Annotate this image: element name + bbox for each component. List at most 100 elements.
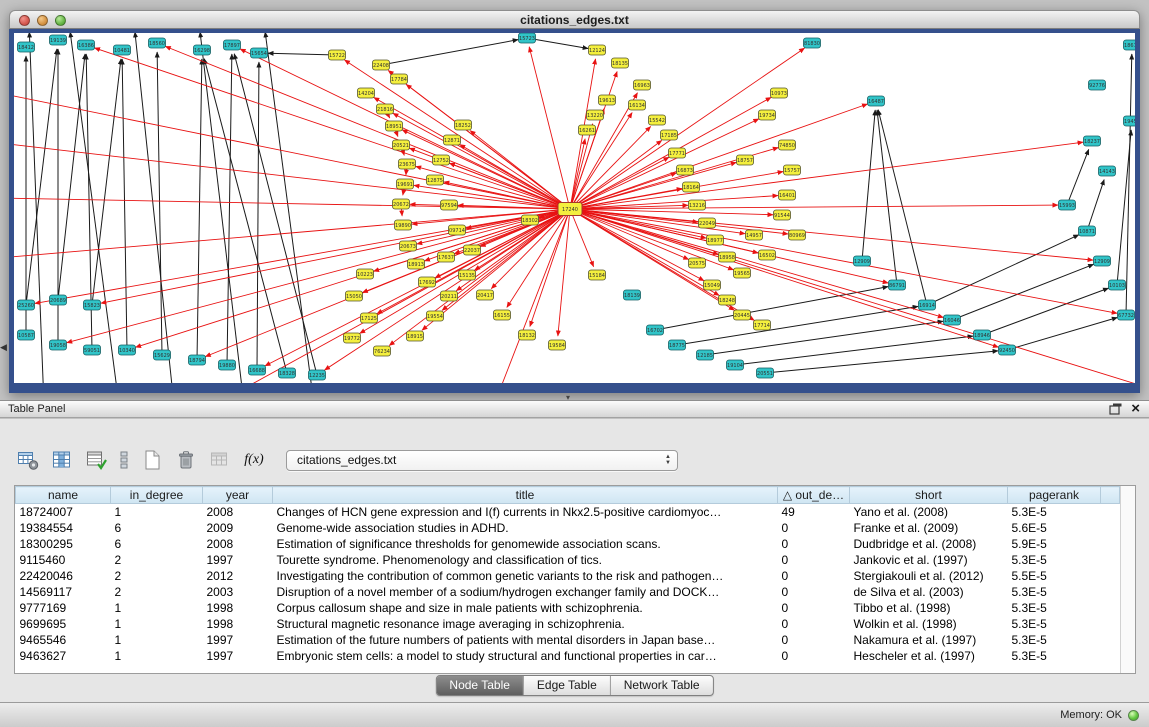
- graph-node[interactable]: 15757: [784, 165, 801, 175]
- graph-node[interactable]: 59051: [84, 345, 101, 355]
- graph-node[interactable]: 20417: [477, 290, 494, 300]
- graph-node[interactable]: 10587: [18, 330, 35, 340]
- graph-node[interactable]: 15184: [589, 270, 606, 280]
- graph-node[interactable]: 18328: [279, 368, 296, 378]
- graph-edge[interactable]: [765, 351, 998, 373]
- graph-node[interactable]: 14143: [1099, 166, 1116, 176]
- function-builder-button[interactable]: f(x): [240, 446, 268, 474]
- graph-node[interactable]: 18248: [719, 295, 736, 305]
- graph-edge[interactable]: [570, 139, 585, 209]
- network-canvas[interactable]: 1724015722224081778414204218161895120521…: [14, 33, 1135, 383]
- graph-node[interactable]: 67732: [1118, 310, 1135, 320]
- table-cell[interactable]: Tibbo et al. (1998): [850, 600, 1008, 616]
- table-cell[interactable]: 1: [111, 616, 203, 632]
- table-cell[interactable]: 5.3E-5: [1008, 632, 1101, 648]
- table-selector-dropdown[interactable]: citations_edges.txt ▲▼: [286, 450, 678, 471]
- graph-node[interactable]: 18794: [189, 355, 206, 365]
- graph-node[interactable]: 19554: [427, 311, 444, 321]
- graph-node[interactable]: 15049: [704, 280, 721, 290]
- column-header-pagerank[interactable]: pagerank: [1008, 487, 1101, 504]
- graph-node[interactable]: 16873: [677, 165, 694, 175]
- graph-edge[interactable]: [381, 40, 518, 65]
- table-cell[interactable]: 6: [111, 536, 203, 552]
- graph-edge[interactable]: [735, 336, 973, 365]
- graph-edge[interactable]: [927, 235, 1079, 305]
- table-cell[interactable]: 0: [778, 648, 850, 664]
- graph-edge[interactable]: [268, 53, 337, 55]
- table-cell[interactable]: 1998: [203, 600, 273, 616]
- table-cell[interactable]: 5.3E-5: [1008, 504, 1101, 520]
- table-cell[interactable]: 9777169: [16, 600, 111, 616]
- table-cell[interactable]: Structural magnetic resonance image aver…: [273, 616, 778, 632]
- graph-edge[interactable]: [1067, 149, 1089, 205]
- graph-node[interactable]: 10973: [771, 88, 788, 98]
- graph-node[interactable]: 15723: [519, 33, 536, 43]
- table-cell[interactable]: Hescheler et al. (1997): [850, 648, 1008, 664]
- table-cell[interactable]: 9699695: [16, 616, 111, 632]
- graph-edge[interactable]: [527, 38, 588, 48]
- graph-node[interactable]: 19880: [219, 360, 236, 370]
- graph-node[interactable]: 18946: [974, 330, 991, 340]
- graph-node[interactable]: 10223: [357, 269, 374, 279]
- graph-edge[interactable]: [135, 33, 174, 383]
- graph-node[interactable]: 17185: [661, 130, 678, 140]
- graph-node[interactable]: 16502: [759, 250, 776, 260]
- graph-node[interactable]: 16155: [494, 310, 511, 320]
- column-header-out_degree[interactable]: △ out_de…: [778, 487, 850, 504]
- graph-node[interactable]: 17125: [361, 313, 378, 323]
- graph-node[interactable]: 20445: [734, 310, 751, 320]
- left-panel-collapse-arrow[interactable]: ◀: [0, 342, 7, 353]
- graph-edge[interactable]: [570, 209, 943, 317]
- graph-node[interactable]: 17897: [224, 40, 241, 50]
- graph-node[interactable]: 18915: [407, 331, 424, 341]
- table-cell[interactable]: 2: [111, 552, 203, 568]
- graph-node[interactable]: 14204: [358, 88, 375, 98]
- graph-node[interactable]: 17714: [754, 320, 771, 330]
- table-vertical-scrollbar[interactable]: [1120, 486, 1135, 673]
- graph-node[interactable]: 10871: [1079, 226, 1096, 236]
- table-cell[interactable]: 0: [778, 520, 850, 536]
- graph-node[interactable]: 81830: [804, 38, 821, 48]
- table-cell[interactable]: 1998: [203, 616, 273, 632]
- graph-node[interactable]: 17240: [558, 203, 582, 216]
- graph-edge[interactable]: [265, 209, 570, 366]
- graph-edge[interactable]: [982, 288, 1109, 335]
- graph-node[interactable]: 15542: [649, 115, 666, 125]
- graph-node[interactable]: 18958: [719, 252, 736, 262]
- table-cell[interactable]: 1997: [203, 648, 273, 664]
- table-cell[interactable]: 2008: [203, 536, 273, 552]
- graph-node[interactable]: 15993: [1059, 200, 1076, 210]
- table-cell[interactable]: 2012: [203, 568, 273, 584]
- graph-node[interactable]: 19584: [549, 340, 566, 350]
- close-panel-icon[interactable]: ×: [1131, 403, 1140, 415]
- graph-edge[interactable]: [1117, 130, 1131, 285]
- graph-edge[interactable]: [406, 84, 570, 209]
- graph-node[interactable]: 22049: [699, 218, 716, 228]
- graph-node[interactable]: 18252: [455, 120, 472, 130]
- graph-edge[interactable]: [1126, 54, 1132, 315]
- table-row[interactable]: 1872400712008Changes of HCN gene express…: [16, 504, 1120, 520]
- graph-node[interactable]: 21816: [377, 104, 394, 114]
- graph-node[interactable]: 74850: [779, 140, 796, 150]
- table-cell[interactable]: 18300295: [16, 536, 111, 552]
- table-cell[interactable]: Nakamura et al. (1997): [850, 632, 1008, 648]
- table-cell[interactable]: 14569117: [16, 584, 111, 600]
- table-cell[interactable]: de Silva et al. (2003): [850, 584, 1008, 600]
- graph-node[interactable]: 20575: [689, 258, 706, 268]
- graph-node[interactable]: 18135: [612, 58, 629, 68]
- table-row[interactable]: 911546021997Tourette syndrome. Phenomeno…: [16, 552, 1120, 568]
- graph-node[interactable]: 22037: [464, 245, 481, 255]
- table-cell[interactable]: 19384554: [16, 520, 111, 536]
- graph-node[interactable]: 19890: [395, 220, 412, 230]
- graph-node[interactable]: 16702: [647, 325, 664, 335]
- delete-table-button[interactable]: [172, 446, 200, 474]
- table-cell[interactable]: Estimation of the future numbers of pati…: [273, 632, 778, 648]
- graph-edge[interactable]: [265, 33, 314, 383]
- graph-node[interactable]: 12909: [854, 256, 871, 266]
- graph-node[interactable]: 25260: [18, 300, 35, 310]
- table-cell[interactable]: 0: [778, 600, 850, 616]
- graph-node[interactable]: 17771: [669, 148, 686, 158]
- import-table-button[interactable]: [206, 446, 234, 474]
- graph-node[interactable]: 92776: [1089, 80, 1106, 90]
- graph-edge[interactable]: [101, 209, 570, 303]
